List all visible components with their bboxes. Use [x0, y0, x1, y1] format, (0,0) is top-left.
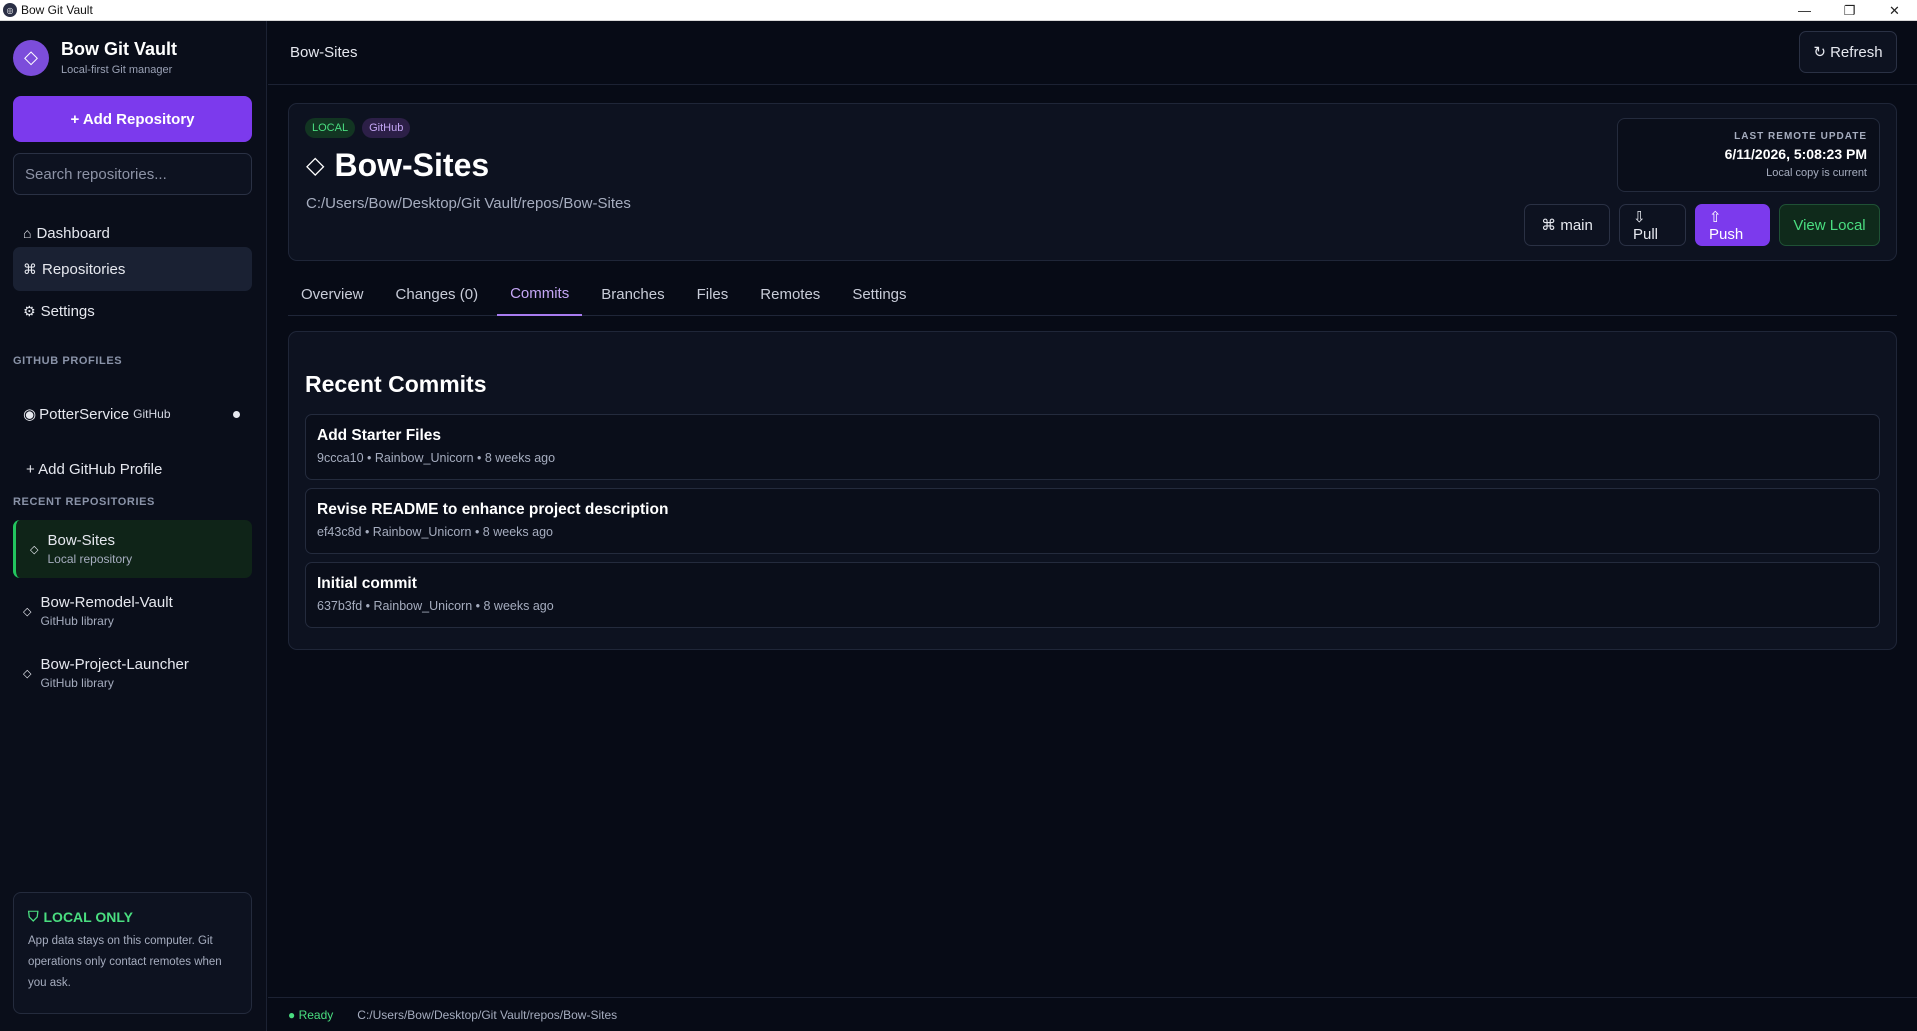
local-only-card: ⛉ LOCAL ONLY App data stays on this comp… — [13, 892, 252, 1014]
profile-tag: GitHub — [133, 407, 171, 421]
status-bar: ● Ready C:/Users/Bow/Desktop/Git Vault/r… — [268, 997, 1917, 1031]
github-profiles-heading: GITHUB PROFILES — [13, 355, 123, 367]
recent-repositories-heading: RECENT REPOSITORIES — [13, 496, 155, 508]
recent-repo-sub: Local repository — [47, 552, 133, 566]
local-badge: LOCAL — [305, 118, 356, 138]
commit-meta: 637b3fd • Rainbow_Unicorn • 8 weeks ago — [317, 599, 554, 613]
last-remote-update-box: LAST REMOTE UPDATE 6/11/2026, 5:08:23 PM… — [1617, 118, 1880, 192]
push-button[interactable]: ⇧ Push — [1695, 204, 1770, 246]
view-local-button[interactable]: View Local — [1779, 204, 1880, 246]
repo-title: ◇ Bow-Sites — [306, 147, 489, 184]
close-button[interactable]: ✕ — [1872, 0, 1917, 21]
maximize-button[interactable]: ❐ — [1827, 0, 1872, 21]
tab-commits[interactable]: Commits — [497, 272, 583, 316]
home-icon: ⌂ — [23, 225, 32, 241]
brand-title: Bow Git Vault — [61, 39, 178, 59]
recent-repo-name: Bow-Remodel-Vault — [40, 594, 173, 611]
commit-item[interactable]: Revise README to enhance project descrip… — [305, 488, 1880, 554]
recent-repo-bow-sites[interactable]: ◇ Bow-Sites Local repository — [13, 520, 252, 578]
pull-button[interactable]: ⇩ Pull — [1619, 204, 1686, 246]
window-title: Bow Git Vault — [21, 3, 93, 17]
recent-repo-name: Bow-Sites — [47, 532, 115, 549]
top-bar: Bow-Sites ↻ Refresh — [268, 21, 1917, 85]
commit-message: Initial commit — [317, 575, 417, 592]
repo-tabs: Overview Changes (0) Commits Branches Fi… — [288, 272, 1897, 316]
recent-repo-bow-project-launcher[interactable]: ◇ Bow-Project-Launcher GitHub library — [13, 644, 252, 702]
local-copy-status: Local copy is current — [1766, 167, 1867, 179]
repo-path: C:/Users/Bow/Desktop/Git Vault/repos/Bow… — [306, 195, 631, 212]
brand-subtitle: Local-first Git manager — [61, 64, 173, 76]
profile-name: PotterService — [39, 405, 130, 423]
add-github-profile-button[interactable]: + Add GitHub Profile — [13, 452, 252, 486]
commit-message: Add Starter Files — [317, 427, 442, 444]
gear-icon: ⚙ — [23, 302, 36, 319]
commit-meta: 9ccca10 • Rainbow_Unicorn • 8 weeks ago — [317, 451, 556, 465]
radio-icon: ◉ — [23, 406, 37, 423]
local-only-description: App data stays on this computer. Git ope… — [28, 935, 222, 989]
diamond-icon: ◇ — [30, 543, 39, 556]
commit-item[interactable]: Initial commit 637b3fd • Rainbow_Unicorn… — [305, 562, 1880, 628]
nav-label: Dashboard — [36, 224, 110, 242]
recent-repo-bow-remodel-vault[interactable]: ◇ Bow-Remodel-Vault GitHub library — [13, 582, 252, 640]
nav-repositories[interactable]: ⌘ Repositories — [13, 247, 252, 291]
tab-branches[interactable]: Branches — [588, 272, 677, 316]
tab-remotes[interactable]: Remotes — [747, 272, 833, 316]
tab-overview[interactable]: Overview — [288, 272, 377, 316]
nav-settings[interactable]: ⚙ Settings — [13, 289, 252, 333]
local-only-title: ⛉ LOCAL ONLY — [28, 908, 237, 925]
last-remote-update-time: 6/11/2026, 5:08:23 PM — [1724, 146, 1867, 162]
commit-item[interactable]: Add Starter Files 9ccca10 • Rainbow_Unic… — [305, 414, 1880, 480]
nav-label: Settings — [40, 302, 95, 320]
window-titlebar: ◎ Bow Git Vault — ❐ ✕ — [0, 0, 1917, 21]
tab-files[interactable]: Files — [684, 272, 742, 316]
repo-badges: LOCAL GitHub — [305, 118, 411, 138]
diamond-icon: ◇ — [23, 605, 32, 618]
main-content: Bow-Sites ↻ Refresh LOCAL GitHub ◇ Bow-S… — [268, 21, 1917, 1031]
nav-label: Repositories — [42, 260, 126, 278]
recent-repo-name: Bow-Project-Launcher — [40, 656, 189, 673]
command-icon: ⌘ — [23, 260, 37, 277]
brand: ◇ Bow Git Vault Local-first Git manager — [13, 39, 177, 76]
shield-icon: ⛉ — [28, 908, 39, 924]
diamond-icon: ◇ — [306, 152, 325, 179]
status-path: C:/Users/Bow/Desktop/Git Vault/repos/Bow… — [357, 1007, 618, 1022]
repo-header-card: LOCAL GitHub ◇ Bow-Sites C:/Users/Bow/De… — [288, 103, 1897, 261]
app-icon: ◎ — [3, 3, 17, 17]
diamond-icon: ◇ — [23, 667, 32, 680]
status-ready: ● Ready — [288, 1007, 334, 1022]
commit-meta: ef43c8d • Rainbow_Unicorn • 8 weeks ago — [317, 525, 553, 539]
refresh-button[interactable]: ↻ Refresh — [1799, 31, 1897, 73]
local-only-label: LOCAL ONLY — [43, 908, 133, 925]
commits-heading: Recent Commits — [305, 371, 487, 397]
window-controls: — ❐ ✕ — [1782, 0, 1917, 21]
tab-settings[interactable]: Settings — [839, 272, 919, 316]
minimize-button[interactable]: — — [1782, 0, 1827, 21]
logo-icon: ◇ — [13, 39, 49, 76]
sidebar: ◇ Bow Git Vault Local-first Git manager … — [0, 21, 267, 1031]
breadcrumb: Bow-Sites — [290, 44, 358, 61]
recent-repo-sub: GitHub library — [40, 614, 114, 628]
search-input[interactable] — [13, 153, 252, 195]
commit-message: Revise README to enhance project descrip… — [317, 501, 669, 518]
add-repository-button[interactable]: + Add Repository — [13, 96, 252, 142]
github-profile-item[interactable]: ◉ PotterService GitHub — [13, 397, 252, 431]
tab-changes[interactable]: Changes (0) — [383, 272, 492, 316]
repo-name: Bow-Sites — [334, 147, 490, 183]
repo-actions: ⌘ main ⇩ Pull ⇧ Push View Local — [1524, 204, 1880, 246]
github-badge: GitHub — [362, 118, 411, 138]
last-remote-update-label: LAST REMOTE UPDATE — [1734, 131, 1867, 142]
recent-repo-sub: GitHub library — [40, 676, 114, 690]
active-dot-icon — [233, 411, 240, 418]
branch-button[interactable]: ⌘ main — [1524, 204, 1610, 246]
commits-panel: Recent Commits Add Starter Files 9ccca10… — [288, 331, 1897, 650]
